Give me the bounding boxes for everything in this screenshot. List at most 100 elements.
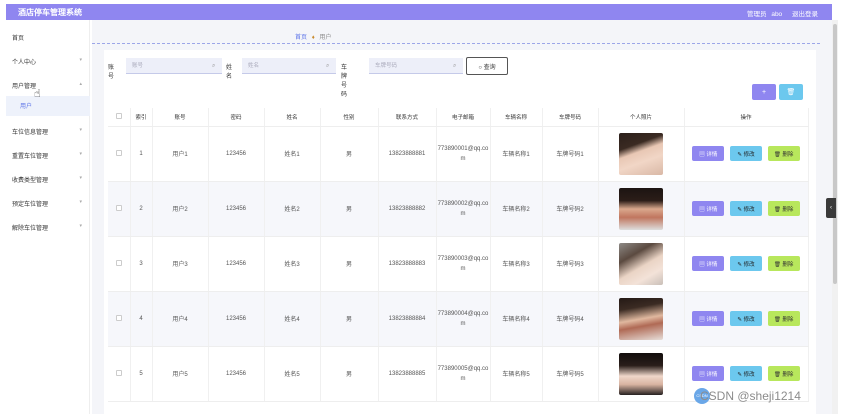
edit-button[interactable]: ✎ 修改 xyxy=(730,311,762,326)
detail-button[interactable]: ▤ 详情 xyxy=(692,201,725,216)
cell-phone: 13823888882 xyxy=(378,181,437,237)
delete-label: 删除 xyxy=(782,316,794,323)
batch-delete-button[interactable]: 🗑 xyxy=(779,84,803,100)
cell-plate: 车牌号码5 xyxy=(542,346,599,402)
user-photo[interactable] xyxy=(619,242,663,285)
detail-button[interactable]: ▤ 详情 xyxy=(692,146,725,161)
cell-vehicle: 车辆名称1 xyxy=(490,126,543,182)
cell-actions: ▤ 详情 ✎ 修改 🗑 删除 xyxy=(684,181,809,237)
cell-actions: ▤ 详情 ✎ 修改 🗑 删除 xyxy=(684,291,809,347)
column-header: 车辆名称 xyxy=(490,108,543,127)
detail-button[interactable]: ▤ 详情 xyxy=(692,256,725,271)
chevron-down-icon: ▾ xyxy=(79,223,82,229)
sidebar-item-parking-info[interactable]: 车位信息管理 ▾ xyxy=(6,122,90,140)
cell-name: 姓名3 xyxy=(264,236,321,292)
cell-password: 123456 xyxy=(208,181,265,237)
edit-button[interactable]: ✎ 修改 xyxy=(730,256,762,271)
account-input[interactable] xyxy=(126,58,222,74)
detail-label: 详情 xyxy=(706,206,718,213)
delete-button[interactable]: 🗑 删除 xyxy=(767,366,800,381)
cell-actions: ▤ 详情 ✎ 修改 🗑 删除 xyxy=(684,236,809,292)
cell-gender: 男 xyxy=(320,346,379,402)
sidebar-item-reset-parking[interactable]: 重置车位管理 ▾ xyxy=(6,146,90,164)
column-header: 联系方式 xyxy=(378,108,437,127)
sidebar-item-home[interactable]: 首页 xyxy=(6,28,90,46)
column-header: 操作 xyxy=(684,108,809,127)
cell-gender: 男 xyxy=(320,291,379,347)
table-row: 3 用户3 123456 姓名3 男 13823888883 773890003… xyxy=(108,236,809,292)
delete-button[interactable]: 🗑 删除 xyxy=(767,311,800,326)
table-row: 4 用户4 123456 姓名4 男 13823888884 773890004… xyxy=(108,291,809,347)
user-photo[interactable] xyxy=(619,297,663,340)
user-photo[interactable] xyxy=(619,187,663,230)
sidebar-item-fee-type[interactable]: 收费类型管理 ▾ xyxy=(6,170,90,188)
chevron-down-icon: ▾ xyxy=(79,127,82,133)
cell-phone: 13823888884 xyxy=(378,291,437,347)
edit-label: 修改 xyxy=(743,316,755,323)
delete-label: 删除 xyxy=(782,371,794,378)
cell-email: 773890001@qq.com xyxy=(436,126,491,182)
sidebar-item-user-management[interactable]: 用户管理 ▴ xyxy=(6,76,90,94)
sidebar-item-label: 预定车位管理 xyxy=(12,202,49,208)
chevron-down-icon: ▾ xyxy=(79,151,82,157)
row-checkbox[interactable] xyxy=(108,346,131,402)
row-checkbox[interactable] xyxy=(108,291,131,347)
edit-label: 修改 xyxy=(743,206,755,213)
row-checkbox[interactable] xyxy=(108,181,131,237)
cell-phone: 13823888883 xyxy=(378,236,437,292)
edit-label: 修改 xyxy=(743,261,755,268)
cell-vehicle: 车辆名称4 xyxy=(490,291,543,347)
detail-button[interactable]: ▤ 详情 xyxy=(692,366,725,381)
sidebar-item-reserve-parking[interactable]: 预定车位管理 ▾ xyxy=(6,194,90,212)
cell-index: 4 xyxy=(130,291,153,347)
select-all-checkbox[interactable] xyxy=(108,108,131,127)
user-role: 管理员 xyxy=(747,11,767,18)
cell-gender: 男 xyxy=(320,126,379,182)
scrollbar-thumb[interactable] xyxy=(833,24,837,284)
delete-button[interactable]: 🗑 删除 xyxy=(767,146,800,161)
table-header-row: 索引 账号 密码 姓名 性别 联系方式 电子邮箱 车辆名称 车牌号码 个人照片 … xyxy=(108,108,809,127)
user-photo[interactable] xyxy=(619,352,663,395)
row-checkbox[interactable] xyxy=(108,126,131,182)
add-button[interactable]: + xyxy=(752,84,776,100)
breadcrumb-home[interactable]: 首页 xyxy=(295,35,307,41)
edit-button[interactable]: ✎ 修改 xyxy=(730,146,762,161)
cell-account: 用户2 xyxy=(152,181,209,237)
sidebar-item-label: 解除车位管理 xyxy=(12,226,49,232)
cell-password: 123456 xyxy=(208,346,265,402)
cell-password: 123456 xyxy=(208,126,265,182)
cell-account: 用户3 xyxy=(152,236,209,292)
cell-index: 5 xyxy=(130,346,153,402)
sidebar-item-users[interactable]: 用户 xyxy=(6,96,90,116)
detail-button[interactable]: ▤ 详情 xyxy=(692,311,725,326)
cell-plate: 车牌号码1 xyxy=(542,126,599,182)
sidebar-item-label: 首页 xyxy=(12,36,25,42)
edit-button[interactable]: ✎ 修改 xyxy=(730,366,762,381)
edit-button[interactable]: ✎ 修改 xyxy=(730,201,762,216)
delete-button[interactable]: 🗑 删除 xyxy=(767,201,800,216)
search-icon: ⌕ xyxy=(212,63,216,69)
delete-button[interactable]: 🗑 删除 xyxy=(767,256,800,271)
plate-input[interactable] xyxy=(369,58,463,74)
plate-label: 车牌号码 xyxy=(341,65,348,98)
sidebar-item-personal-center[interactable]: 个人中心 ▾ xyxy=(6,52,90,70)
row-checkbox[interactable] xyxy=(108,236,131,292)
cell-password: 123456 xyxy=(208,291,265,347)
cell-email: 773890005@qq.com xyxy=(436,346,491,402)
main-content: 首页 ♦ 用户 账号 ⌕ 姓名 ⌕ 车牌号码 ⌕ ○ 查询 + 🗑 xyxy=(92,20,832,414)
sidebar-item-release-parking[interactable]: 解除车位管理 ▾ xyxy=(6,218,90,236)
name-input[interactable] xyxy=(242,58,336,74)
sidebar: 首页 个人中心 ▾ 用户管理 ▴ 用户 车位信息管理 ▾ 重置车位管理 ▾ 收费… xyxy=(6,20,90,414)
logout-link[interactable]: 退出登录 xyxy=(792,11,818,18)
cell-plate: 车牌号码2 xyxy=(542,181,599,237)
search-icon: ○ xyxy=(478,64,482,71)
cell-account: 用户4 xyxy=(152,291,209,347)
search-icon: ⌕ xyxy=(326,63,330,69)
collapse-handle-icon[interactable]: ‹ xyxy=(826,198,836,218)
query-button[interactable]: ○ 查询 xyxy=(466,57,508,75)
cell-photo xyxy=(598,346,685,402)
pointer-hand-icon: ☝ xyxy=(34,88,41,100)
sidebar-item-label: 用户 xyxy=(20,104,33,110)
breadcrumb-separator-icon: ♦ xyxy=(311,35,315,41)
user-photo[interactable] xyxy=(619,132,663,175)
